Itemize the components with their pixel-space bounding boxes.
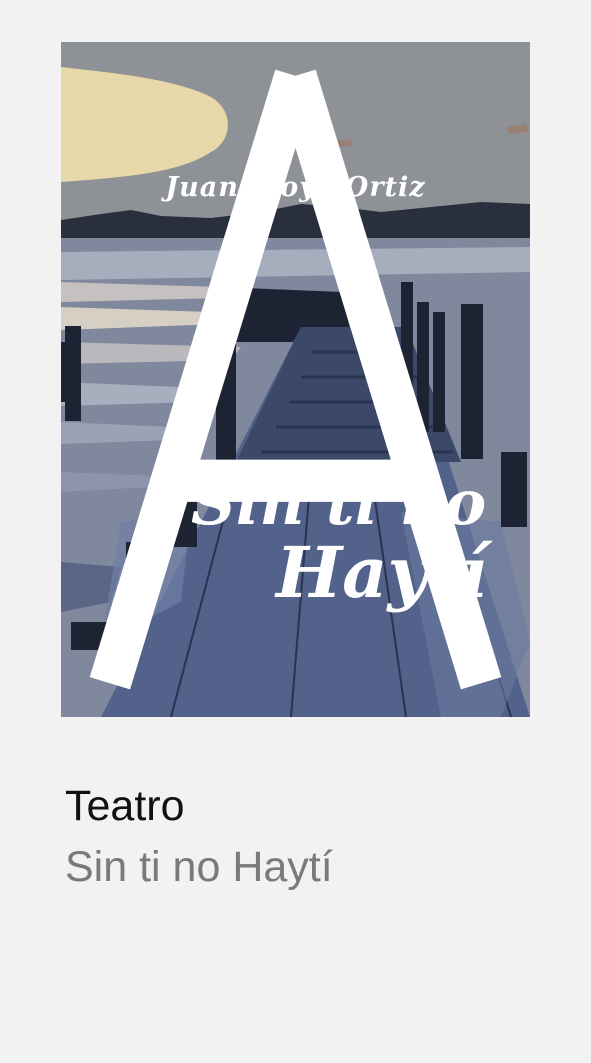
book-card[interactable]: Juan Moya Ortiz Sin ti no Haytí Teatro S… [0, 0, 591, 1063]
book-cover-image[interactable]: Juan Moya Ortiz Sin ti no Haytí [61, 42, 530, 717]
book-category[interactable]: Teatro [65, 782, 185, 831]
book-title-link[interactable]: Sin ti no Haytí [65, 843, 333, 892]
publisher-logo-icon [89, 69, 502, 690]
